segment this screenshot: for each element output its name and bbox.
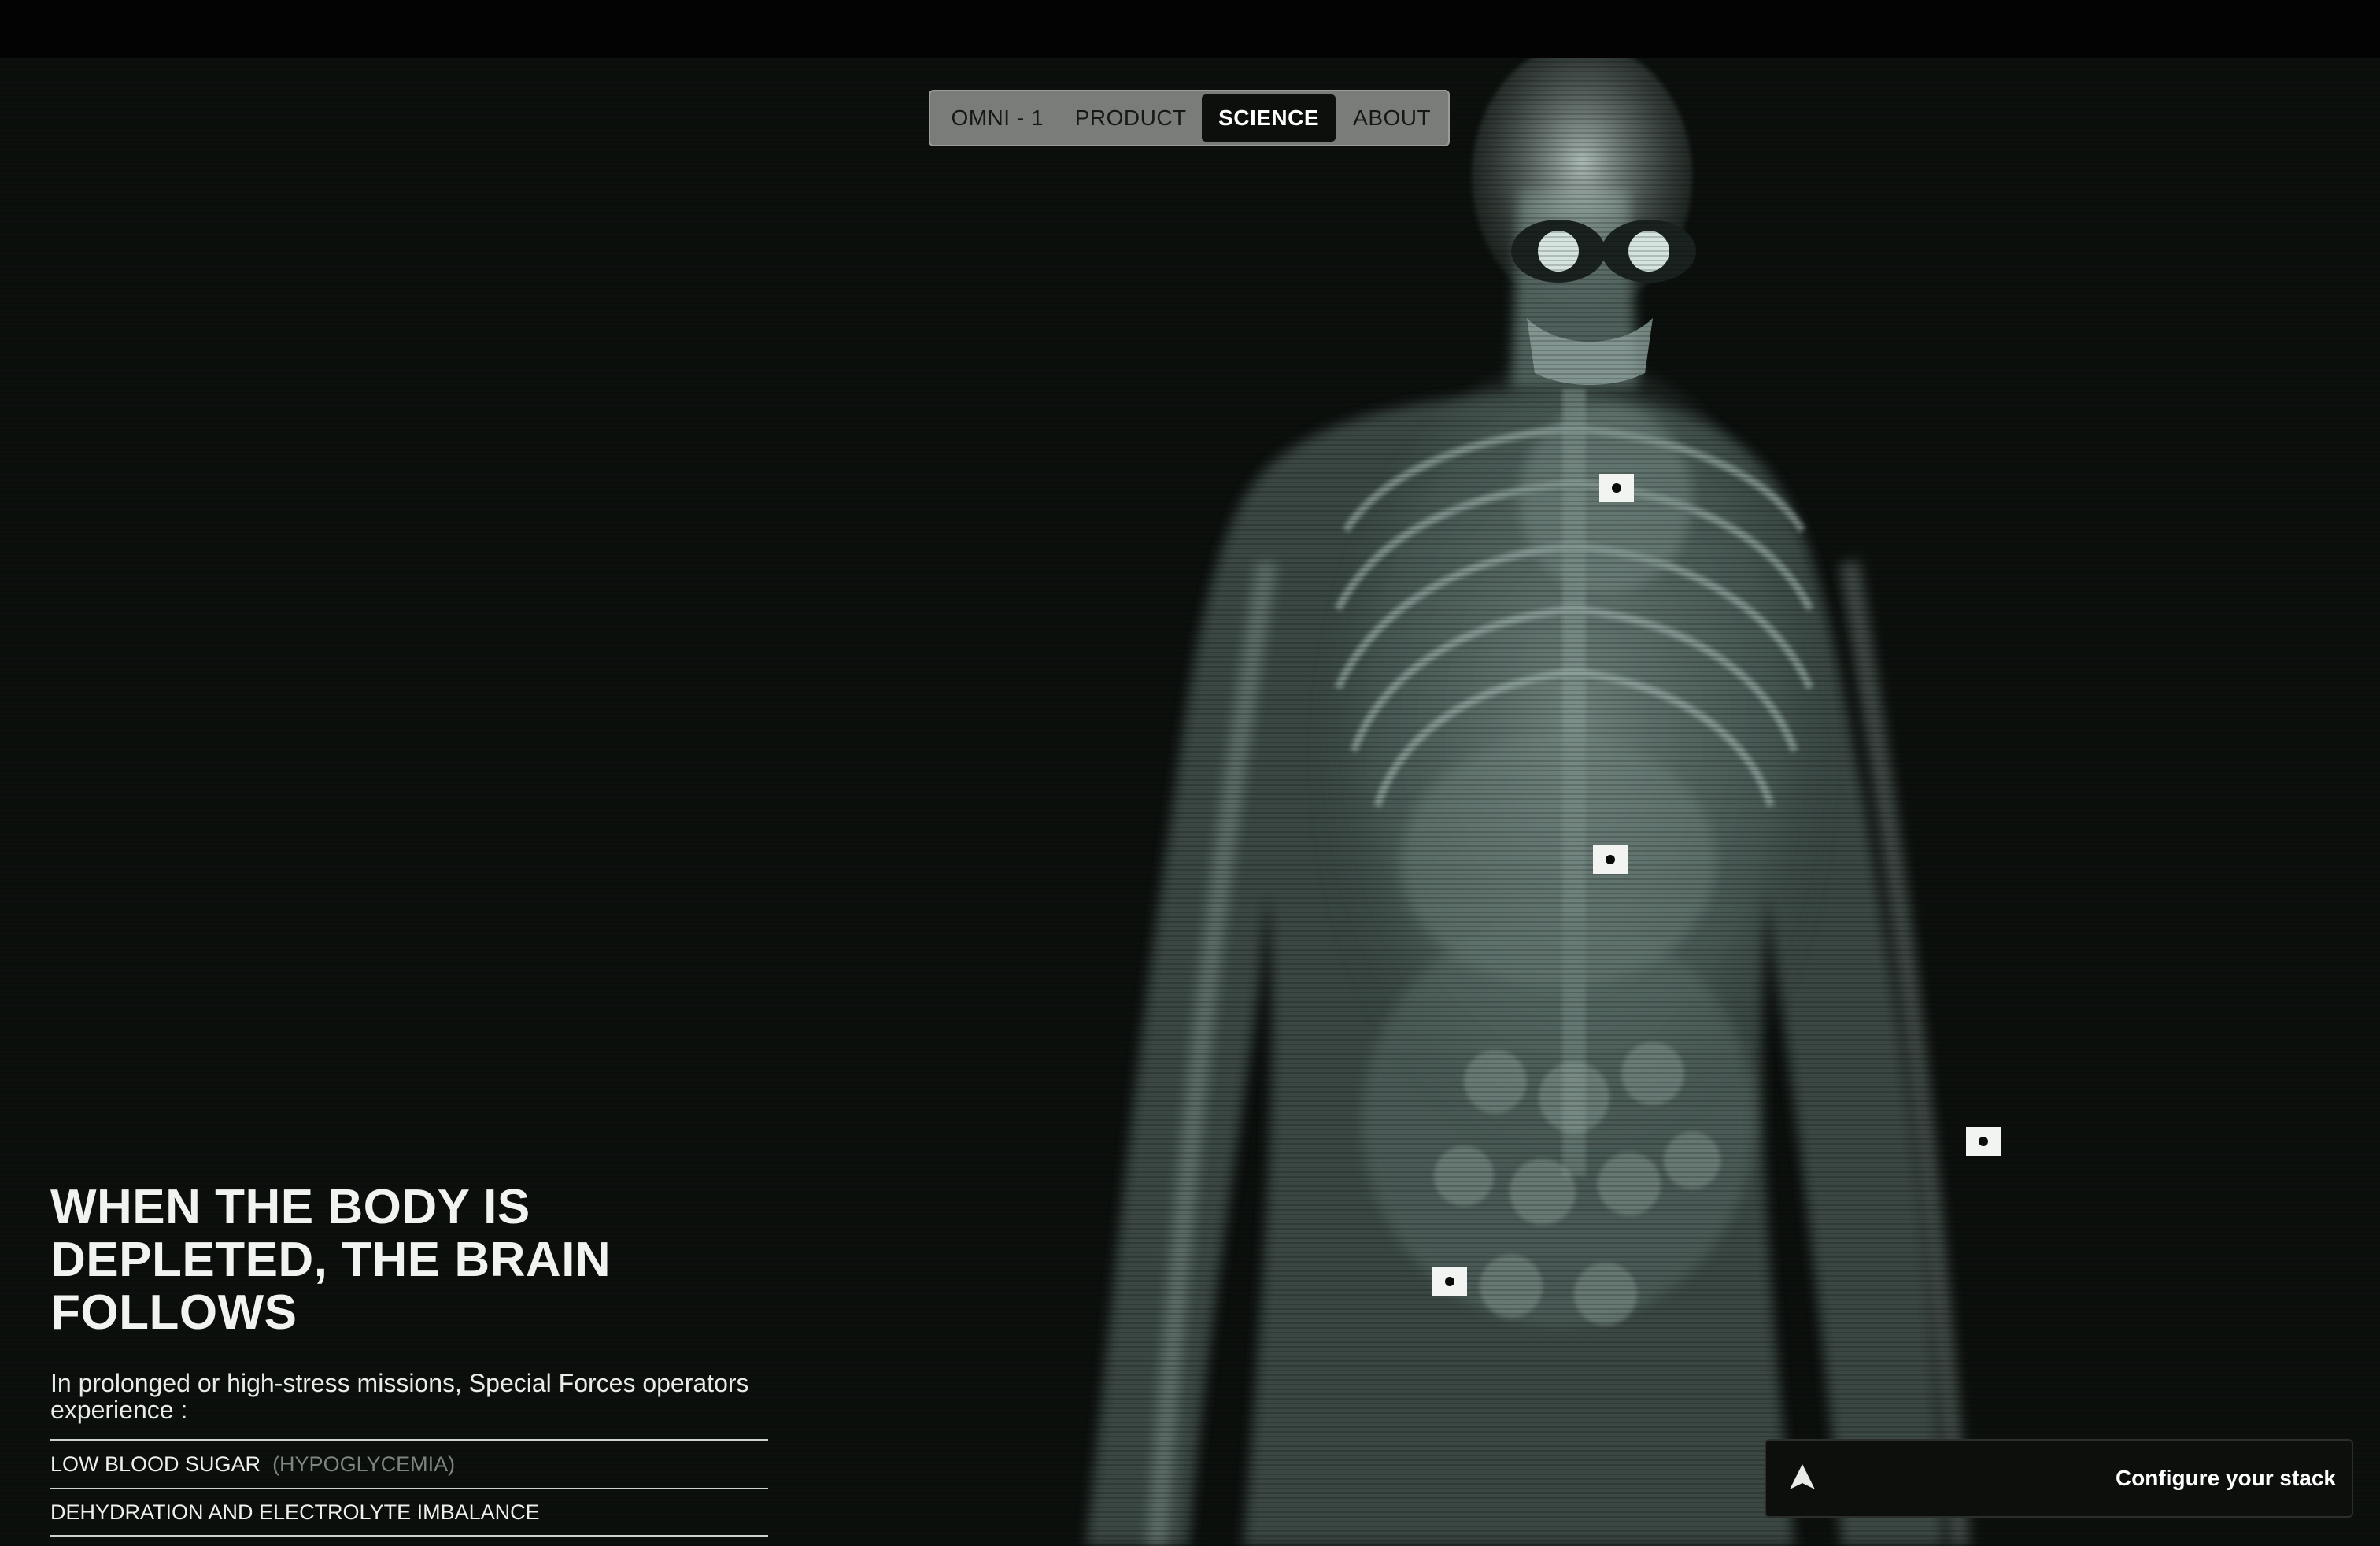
condition-label: LOW BLOOD SUGAR: [50, 1452, 261, 1476]
xray-body-image: [1086, 58, 1970, 1546]
condition-label: DEHYDRATION AND ELECTROLYTE IMBALANCE: [50, 1500, 540, 1524]
browser-top-bar: [0, 0, 2380, 58]
headline-line-1: WHEN THE BODY IS: [50, 1180, 530, 1234]
nav-item-about[interactable]: ABOUT: [1340, 94, 1443, 142]
hotspot-dot-icon: [1445, 1277, 1454, 1286]
hotspot-dot-icon: [1612, 483, 1621, 493]
main-nav: OMNI - 1 PRODUCT SCIENCE ABOUT: [929, 90, 1450, 146]
list-item[interactable]: DEHYDRATION AND ELECTROLYTE IMBALANCE: [50, 1488, 768, 1537]
condition-detail: (HYPOGLYCEMIA): [272, 1452, 456, 1476]
page-headline: WHEN THE BODY IS DEPLETED, THE BRAIN FOLLO…: [50, 1181, 649, 1339]
nav-item-omni-1[interactable]: OMNI - 1: [935, 94, 1059, 142]
hotspot-neck[interactable]: [1599, 474, 1634, 502]
nav-item-product[interactable]: PRODUCT: [1064, 94, 1196, 142]
conditions-list: LOW BLOOD SUGAR (HYPOGLYCEMIA) DEHYDRATI…: [50, 1439, 768, 1537]
arrow-up-icon: [1787, 1461, 1818, 1496]
configure-stack-label: Configure your stack: [2115, 1466, 2336, 1490]
nav-item-science[interactable]: SCIENCE: [1201, 94, 1336, 142]
hotspot-abdomen[interactable]: [1432, 1267, 1467, 1296]
hotspot-dot-icon: [1979, 1137, 1988, 1146]
hotspot-arm[interactable]: [1966, 1127, 2001, 1156]
headline-line-2: DEPLETED, THE BRAIN: [50, 1233, 612, 1287]
list-item[interactable]: LOW BLOOD SUGAR (HYPOGLYCEMIA): [50, 1439, 768, 1488]
hotspot-dot-icon: [1606, 855, 1615, 864]
intro-paragraph: In prolonged or high-stress missions, Sp…: [50, 1369, 749, 1424]
hotspot-heart[interactable]: [1593, 845, 1628, 874]
headline-line-3: FOLLOWS: [50, 1285, 298, 1340]
configure-stack-button[interactable]: Configure your stack: [1765, 1439, 2353, 1518]
